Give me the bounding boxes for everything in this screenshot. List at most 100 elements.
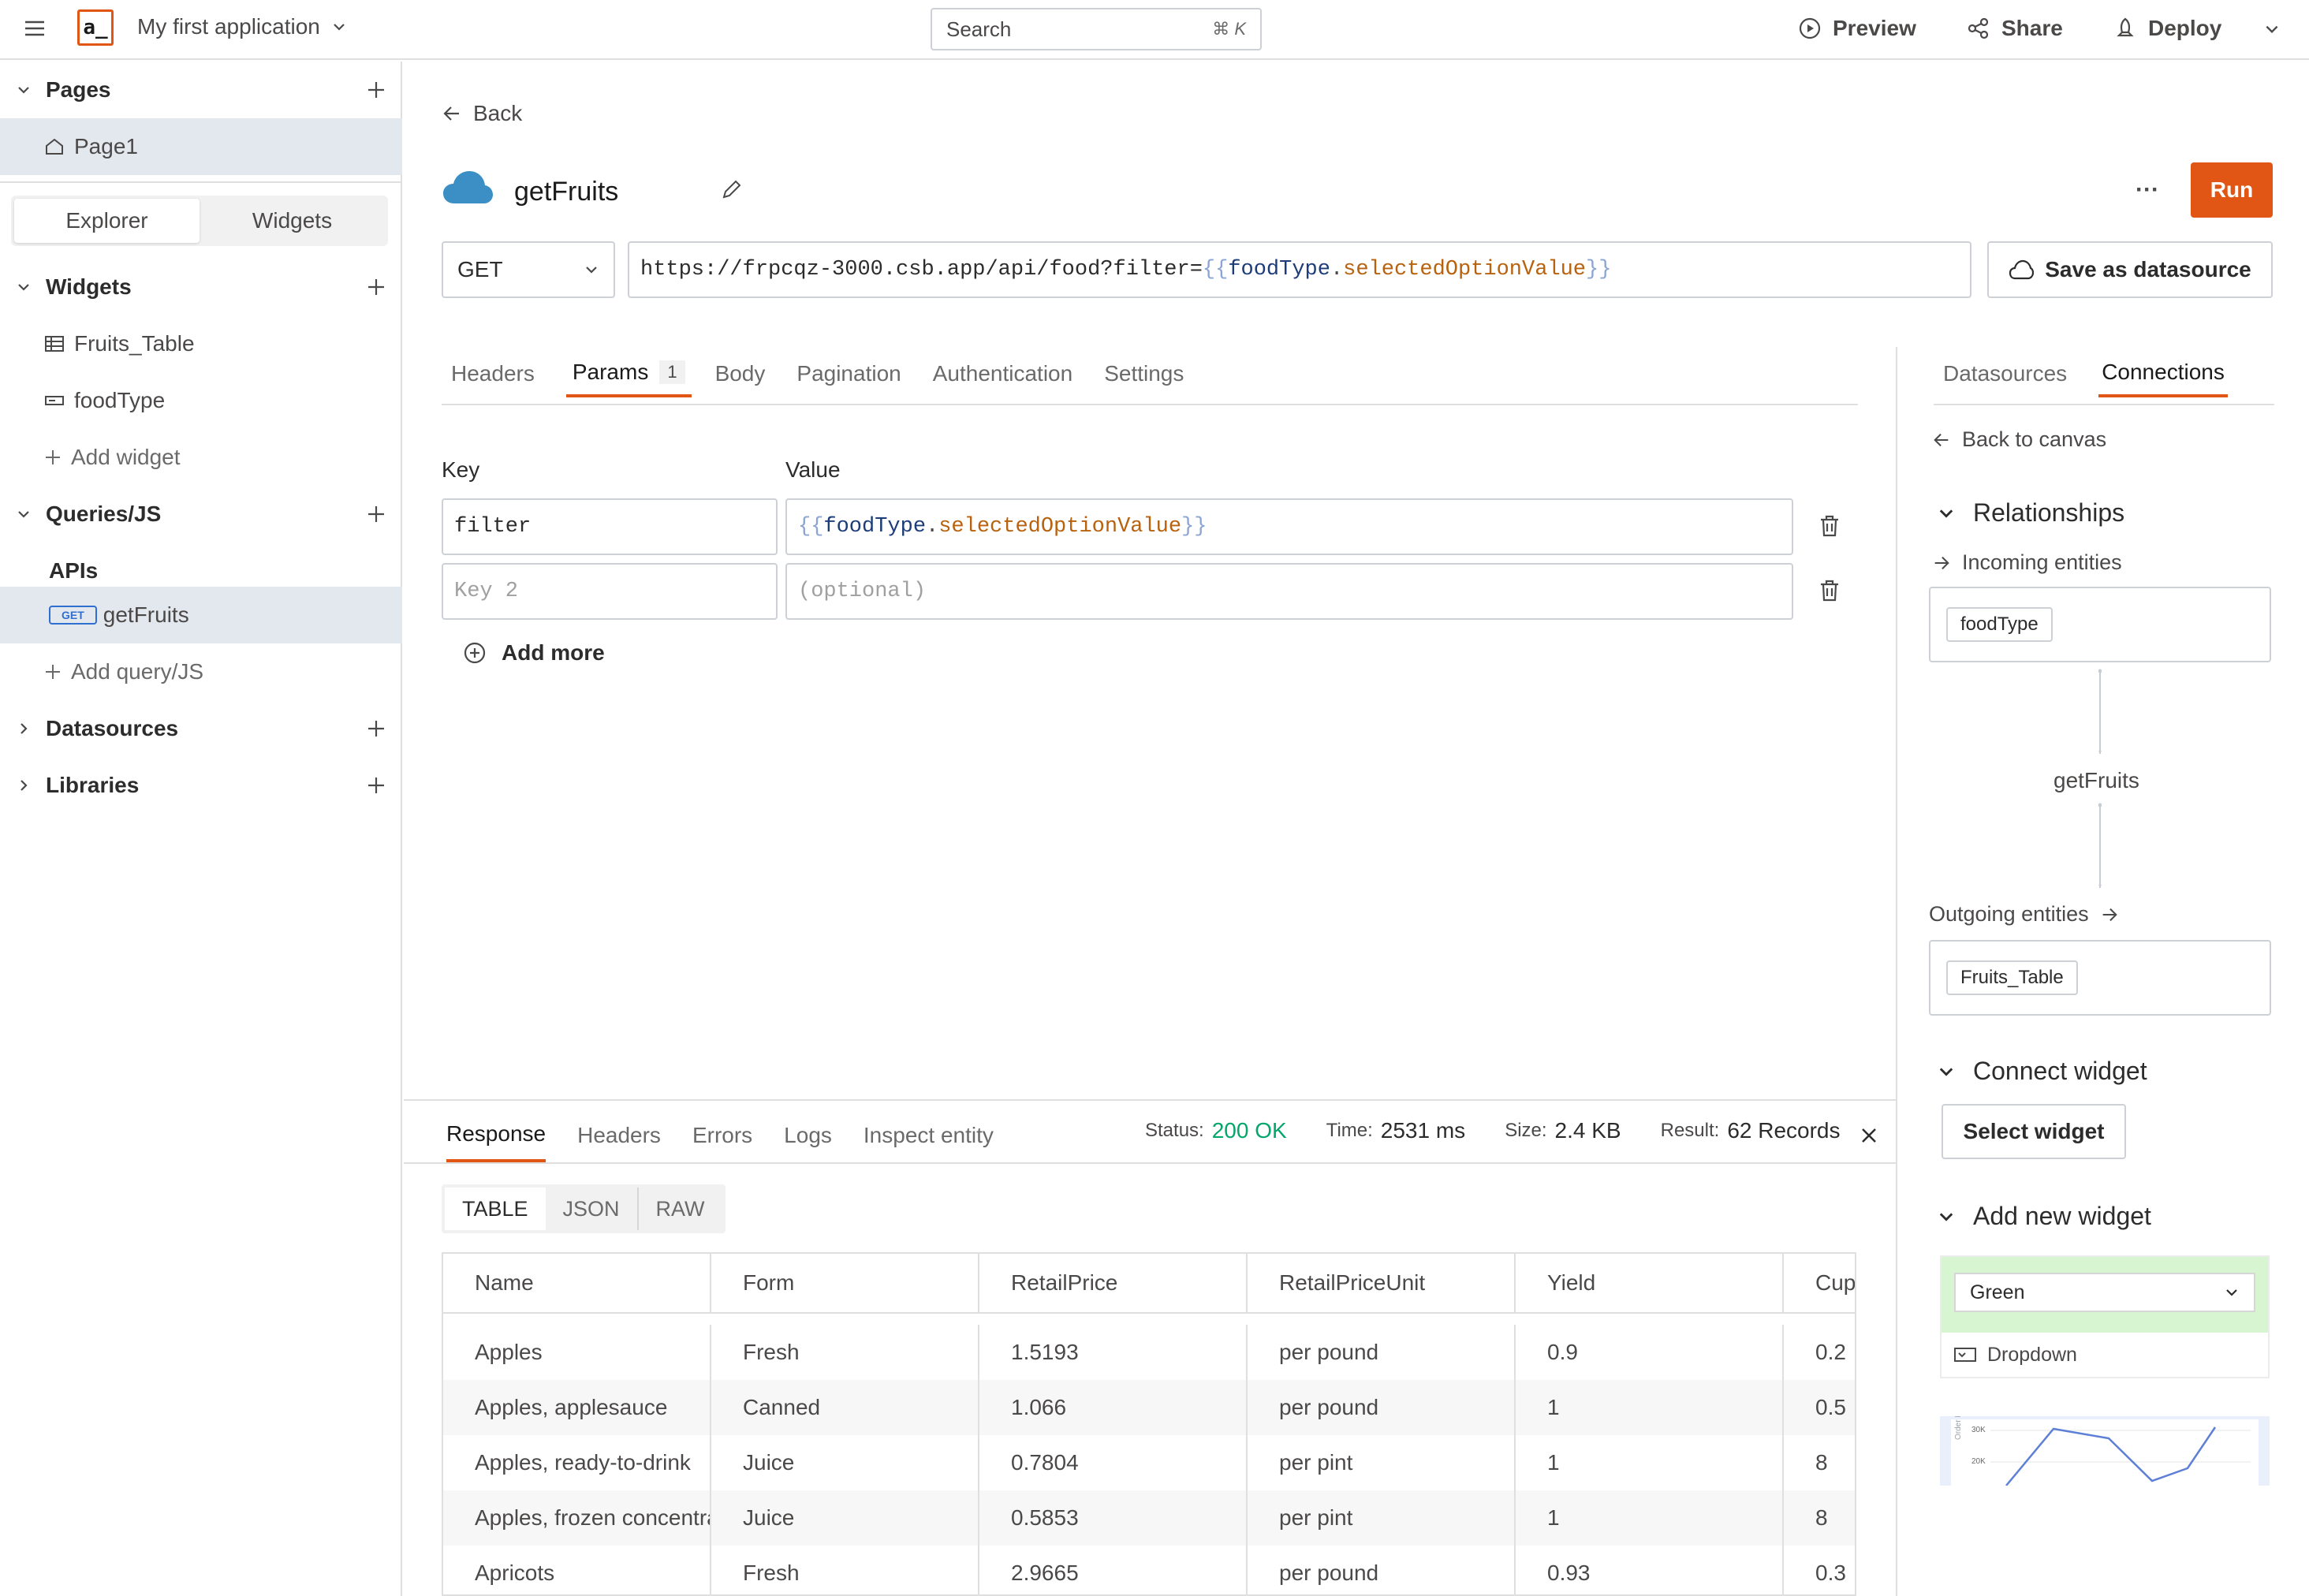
tab-pagination[interactable]: Pagination <box>796 350 901 397</box>
table-row[interactable]: Apples, ready-to-drink Juice 0.7804 per … <box>443 1435 1855 1490</box>
query-title[interactable]: getFruits <box>514 177 618 207</box>
back-link[interactable]: Back <box>442 101 522 126</box>
column-header[interactable]: RetailPrice <box>979 1254 1248 1312</box>
param-value-2-input[interactable]: (optional) <box>785 563 1793 620</box>
tab-errors[interactable]: Errors <box>692 1109 752 1162</box>
chart-preview: Order Revenue 30K 20K <box>1951 1416 2259 1486</box>
connect-widget-header[interactable]: Connect widget <box>1937 1057 2147 1086</box>
column-header[interactable]: RetailPriceUnit <box>1248 1254 1516 1312</box>
share-button[interactable]: Share <box>1967 16 2063 41</box>
toggle-explorer[interactable]: Explorer <box>14 199 200 243</box>
tab-headers[interactable]: Headers <box>451 350 535 397</box>
value-column-header: Value <box>785 457 841 482</box>
trash-icon[interactable] <box>1818 579 1841 602</box>
add-widget-label: Add widget <box>71 445 181 469</box>
param-key-2-input[interactable]: Key 2 <box>442 563 778 620</box>
entity-chip-foodtype[interactable]: foodType <box>1946 607 2053 642</box>
back-label: Back <box>473 101 523 125</box>
app-name-dropdown[interactable]: My first application <box>137 14 347 39</box>
table-row[interactable]: Apples Fresh 1.5193 per pound 0.9 0.2 <box>443 1325 1855 1380</box>
table-cell: Juice <box>711 1490 979 1546</box>
value-binding-property: selectedOptionValue <box>938 515 1182 539</box>
tab-authentication[interactable]: Authentication <box>933 350 1072 397</box>
format-raw[interactable]: RAW <box>639 1188 722 1230</box>
deploy-options-chevron-icon[interactable] <box>2263 21 2281 38</box>
tab-inspect-entity[interactable]: Inspect entity <box>864 1109 994 1162</box>
add-query-link[interactable]: Add query/JS <box>0 643 402 700</box>
pages-section-header[interactable]: Pages <box>0 62 402 118</box>
run-button[interactable]: Run <box>2191 162 2273 218</box>
add-datasource-icon[interactable] <box>366 718 386 739</box>
add-widget-link[interactable]: Add widget <box>0 429 402 486</box>
chevron-down-icon <box>1937 1207 1956 1226</box>
search-input[interactable]: Search ⌘ K <box>931 8 1262 50</box>
app-logo[interactable]: a_ <box>77 9 114 46</box>
add-new-widget-header[interactable]: Add new widget <box>1937 1202 2151 1231</box>
deploy-button[interactable]: Deploy <box>2113 16 2221 41</box>
widget-item-fruits-table[interactable]: Fruits_Table <box>0 315 402 372</box>
menu-icon[interactable] <box>24 17 46 39</box>
dropdown-widget-card[interactable]: Green Dropdown <box>1940 1255 2270 1378</box>
table-row[interactable]: Apples, applesauce Canned 1.066 per poun… <box>443 1380 1855 1435</box>
trash-icon[interactable] <box>1818 514 1841 538</box>
datasources-section-header[interactable]: Datasources <box>0 700 402 757</box>
result-value: 62 Records <box>1727 1118 1841 1143</box>
table-cell: 2.9665 <box>979 1546 1248 1594</box>
column-header[interactable]: Cup <box>1784 1254 1855 1312</box>
tab-body[interactable]: Body <box>715 350 766 397</box>
table-cell: per pound <box>1248 1546 1516 1594</box>
entity-chip-fruits-table[interactable]: Fruits_Table <box>1946 960 2078 995</box>
widgets-section-header[interactable]: Widgets <box>0 259 402 315</box>
tab-datasources[interactable]: Datasources <box>1943 350 2067 397</box>
add-more-button[interactable]: Add more <box>464 640 605 666</box>
queries-section-header[interactable]: Queries/JS <box>0 486 402 543</box>
widget-item-foodtype[interactable]: foodType <box>0 372 402 429</box>
tab-params[interactable]: Params 1 <box>565 350 692 397</box>
tab-settings[interactable]: Settings <box>1104 350 1184 397</box>
more-options-button[interactable]: ··· <box>2136 177 2159 203</box>
chevron-down-icon <box>331 19 347 35</box>
libraries-section-header[interactable]: Libraries <box>0 757 402 814</box>
table-cell: 0.3 <box>1784 1546 1855 1594</box>
add-library-icon[interactable] <box>366 775 386 796</box>
column-header[interactable]: Yield <box>1516 1254 1784 1312</box>
time-label: Time: <box>1326 1120 1373 1141</box>
value-binding-close: }} <box>1181 515 1207 539</box>
chart-widget-card[interactable]: Order Revenue 30K 20K <box>1940 1416 2270 1486</box>
value-binding-open: {{ <box>798 515 824 539</box>
toggle-widgets[interactable]: Widgets <box>200 199 385 243</box>
param-value-input[interactable]: {{foodType. selectedOptionValue}} <box>785 498 1793 555</box>
tab-connections[interactable]: Connections <box>2098 350 2228 397</box>
add-page-icon[interactable] <box>366 80 386 100</box>
table-cell: 1.5193 <box>979 1325 1248 1380</box>
close-icon[interactable] <box>1860 1126 1878 1145</box>
add-widget-icon[interactable] <box>366 277 386 297</box>
param-key-input[interactable]: filter <box>442 498 778 555</box>
column-header[interactable]: Form <box>711 1254 979 1312</box>
query-item-getfruits[interactable]: GET getFruits <box>0 587 402 643</box>
format-json[interactable]: JSON <box>546 1188 639 1230</box>
format-table[interactable]: TABLE <box>445 1188 546 1230</box>
pencil-icon[interactable] <box>721 178 743 200</box>
column-header[interactable]: Name <box>443 1254 711 1312</box>
dropdown-widget-footer: Dropdown <box>1942 1333 2268 1377</box>
back-to-canvas-link[interactable]: Back to canvas <box>1932 427 2106 452</box>
save-as-datasource-button[interactable]: Save as datasource <box>1987 241 2273 298</box>
select-widget-button[interactable]: Select widget <box>1942 1104 2126 1159</box>
method-select[interactable]: GET <box>442 241 615 298</box>
table-row[interactable]: Apples, frozen concentrate Juice 0.5853 … <box>443 1490 1855 1546</box>
preview-button[interactable]: Preview <box>1798 16 1916 41</box>
preview-label: Preview <box>1833 16 1916 40</box>
tab-response-headers[interactable]: Headers <box>577 1109 661 1162</box>
relationships-header[interactable]: Relationships <box>1937 498 2124 528</box>
table-row[interactable]: Apricots Fresh 2.9665 per pound 0.93 0.3 <box>443 1546 1855 1594</box>
tab-response[interactable]: Response <box>446 1109 546 1162</box>
response-table: Name Form RetailPrice RetailPriceUnit Yi… <box>442 1252 1856 1596</box>
url-input[interactable]: https://frpcqz-3000.csb.app/api/food?fil… <box>628 241 1971 298</box>
response-divider-top <box>404 1099 1896 1101</box>
page-item-page1[interactable]: Page1 <box>0 118 402 175</box>
table-cell: Apples, ready-to-drink <box>443 1435 711 1490</box>
right-panel-tabs: Datasources Connections <box>1943 350 2228 397</box>
tab-logs[interactable]: Logs <box>784 1109 832 1162</box>
add-query-icon[interactable] <box>366 504 386 524</box>
